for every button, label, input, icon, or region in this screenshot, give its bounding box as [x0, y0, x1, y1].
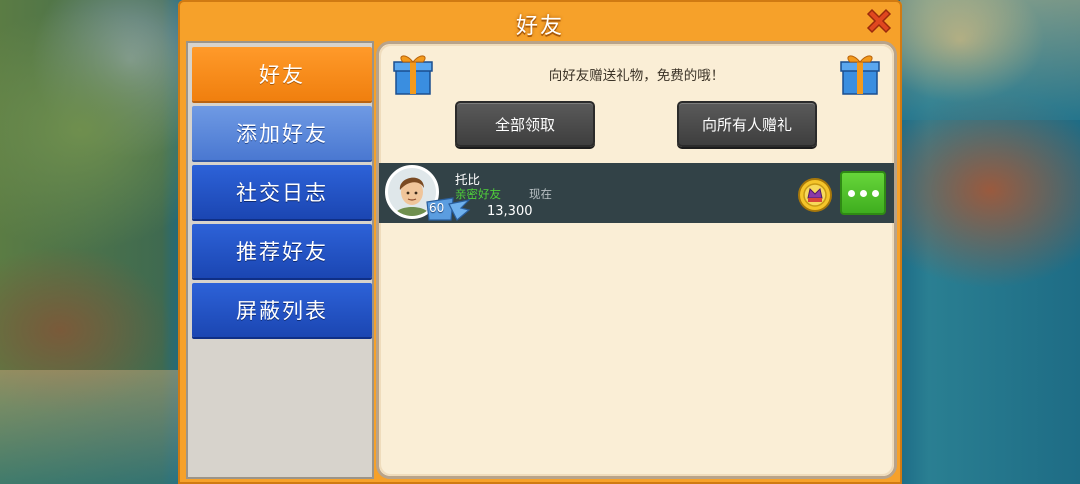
sidebar: 好友 添加好友 社交日志 推荐好友 屏蔽列表	[186, 41, 374, 479]
tab-friends[interactable]: 好友	[192, 47, 372, 101]
friend-relation: 亲密好友	[455, 187, 501, 201]
friend-row[interactable]: 60 托比 亲密好友 现在 13,300	[379, 163, 894, 223]
background-shore-left	[0, 370, 180, 484]
tab-block-list-label: 屏蔽列表	[236, 299, 328, 323]
more-options-icon	[871, 189, 879, 197]
dialog-title: 好友	[515, 14, 564, 39]
friend-level: 60	[429, 201, 445, 215]
more-options-icon	[859, 189, 867, 197]
rank-badge-icon[interactable]	[797, 177, 833, 213]
friend-online-status: 现在	[529, 187, 552, 201]
close-x-icon	[866, 8, 892, 34]
close-button[interactable]	[862, 4, 896, 38]
claim-all-button[interactable]: 全部领取	[455, 101, 595, 147]
tab-block-list[interactable]: 屏蔽列表	[192, 283, 372, 337]
tab-friends-label: 好友	[259, 63, 305, 87]
tab-recommended-friends[interactable]: 推荐好友	[192, 224, 372, 278]
tab-add-friends-label: 添加好友	[236, 122, 328, 146]
send-gift-all-button[interactable]: 向所有人赠礼	[677, 101, 817, 147]
more-options-button[interactable]	[840, 171, 886, 215]
tab-recommended-friends-label: 推荐好友	[236, 240, 328, 264]
friends-panel: 向好友赠送礼物，免费的哦！ 全部领取 向所有人赠礼 60 托比 亲密好友 现在 …	[376, 41, 897, 479]
tab-add-friends[interactable]: 添加好友	[192, 106, 372, 160]
background-shore-right	[900, 0, 1080, 120]
tab-social-log[interactable]: 社交日志	[192, 165, 372, 219]
tab-social-log-label: 社交日志	[236, 181, 328, 205]
friend-score: 13,300	[487, 204, 533, 219]
friends-dialog: 好友 好友 添加好友 社交日志 推荐好友 屏蔽列表 向好友赠送礼物，免费的哦！ …	[178, 0, 902, 484]
more-options-icon	[847, 189, 855, 197]
gift-message: 向好友赠送礼物，免费的哦！	[548, 68, 725, 84]
